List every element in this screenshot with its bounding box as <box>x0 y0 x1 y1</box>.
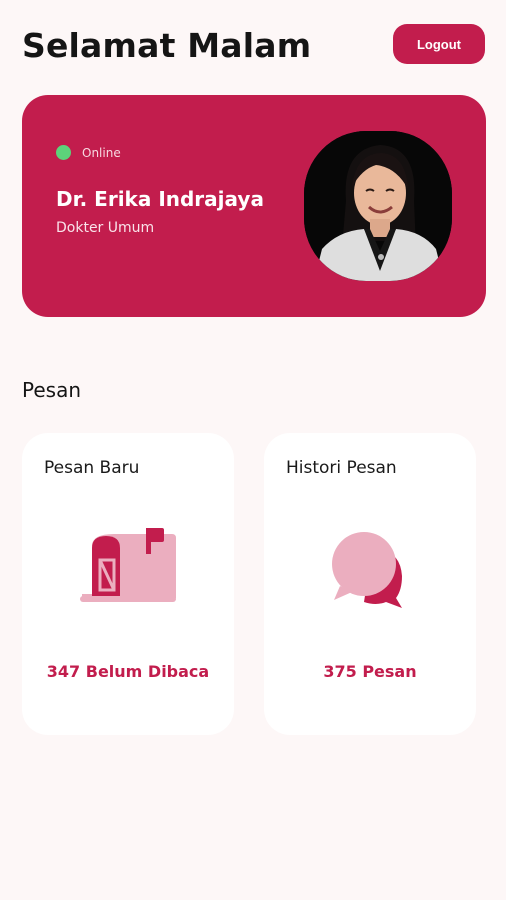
messages-section-title: Pesan <box>22 378 82 402</box>
doctor-role: Dokter Umum <box>56 220 155 236</box>
new-messages-title: Pesan Baru <box>44 458 140 478</box>
logout-button[interactable]: Logout <box>393 24 485 64</box>
status-indicator: Online <box>56 145 121 160</box>
greeting-title: Selamat Malam <box>22 26 312 65</box>
status-label: Online <box>82 145 121 160</box>
chat-bubbles-icon <box>320 528 420 608</box>
online-dot-icon <box>56 145 71 160</box>
doctor-name: Dr. Erika Indrajaya <box>56 187 264 211</box>
message-history-card[interactable]: Histori Pesan 375 Pesan <box>264 433 476 735</box>
doctor-profile-card[interactable]: Online Dr. Erika Indrajaya Dokter Umum <box>22 95 486 317</box>
history-count: 375 Pesan <box>323 662 417 681</box>
unread-count: 347 Belum Dibaca <box>46 662 210 681</box>
avatar <box>304 131 452 281</box>
new-messages-card[interactable]: Pesan Baru 347 Belum Dibaca <box>22 433 234 735</box>
message-history-title: Histori Pesan <box>286 458 397 478</box>
mailbox-icon <box>78 528 178 608</box>
